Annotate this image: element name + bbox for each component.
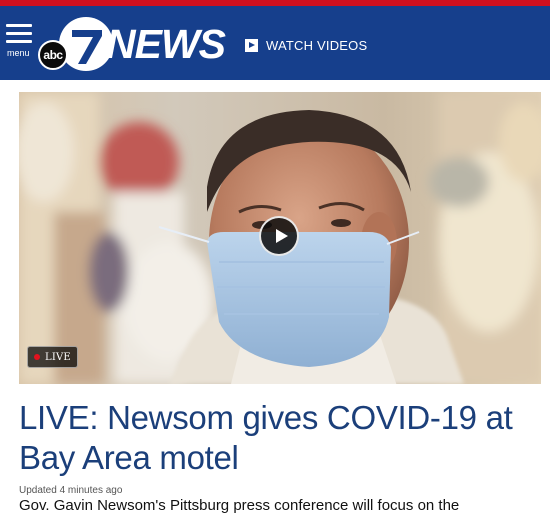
abc-logo-bug: abc [38,40,68,70]
live-dot-icon [34,354,40,360]
live-badge: LIVE [27,346,78,368]
updated-timestamp: Updated 4 minutes ago [19,485,123,496]
abc7news-logo[interactable]: abc NEWS [36,14,232,74]
hamburger-icon [6,24,32,44]
live-label: LIVE [45,351,71,363]
menu-label: menu [7,48,30,58]
article-headline[interactable]: LIVE: Newsom gives COVID-19 at Bay Area … [19,398,544,478]
article-summary: Gov. Gavin Newsom's Pittsburg press conf… [19,497,460,514]
site-header: menu abc NEWS WATCH VIDEOS [0,6,550,80]
watch-videos-label: WATCH VIDEOS [266,37,368,53]
menu-button[interactable]: menu [6,24,36,64]
play-icon[interactable] [259,216,299,256]
video-play-icon [245,38,258,52]
logo-news-word: NEWS [106,21,226,67]
watch-videos-link[interactable]: WATCH VIDEOS [245,33,367,57]
video-player[interactable]: LIVE [19,92,541,384]
